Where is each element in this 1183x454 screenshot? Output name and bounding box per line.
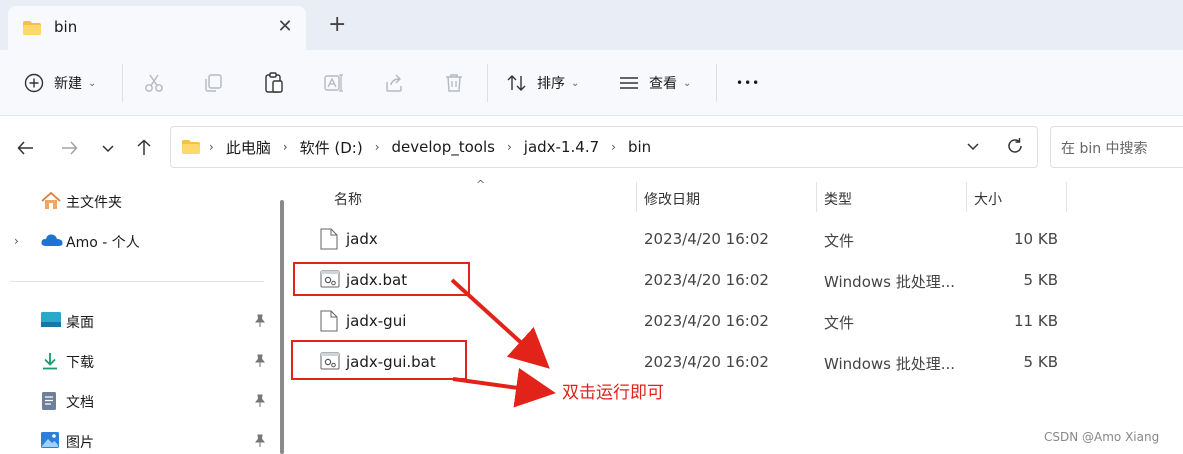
- annotation-arrow: [452, 367, 556, 408]
- watermark: CSDN @Amo Xiang: [1044, 430, 1160, 444]
- annotation-arrow: [450, 278, 550, 369]
- annotation-text: 双击运行即可: [562, 383, 664, 403]
